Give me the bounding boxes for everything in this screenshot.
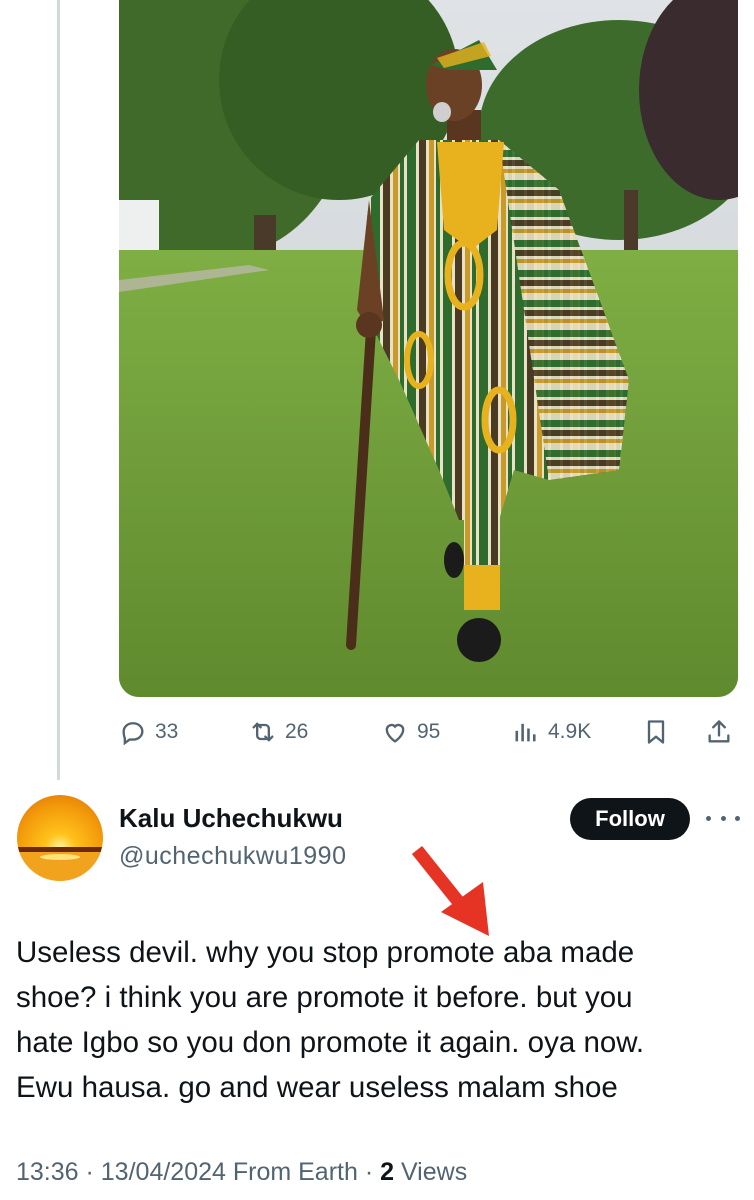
author-handle[interactable]: @uchechukwu1990 xyxy=(119,842,346,871)
more-icon[interactable] xyxy=(706,808,740,828)
view-count: 2 xyxy=(380,1158,395,1186)
author-name[interactable]: Kalu Uchechukwu xyxy=(119,803,343,834)
tweet-text: Useless devil. why you stop promote aba … xyxy=(16,936,645,1104)
views-count: 4.9K xyxy=(548,720,592,743)
views-button[interactable]: 4.9K xyxy=(512,712,591,752)
meta-separator: · xyxy=(357,1158,381,1186)
share-button[interactable] xyxy=(705,712,733,752)
avatar[interactable] xyxy=(17,795,103,881)
views-icon xyxy=(515,723,536,742)
tweet-date[interactable]: 13/04/2024 xyxy=(101,1158,226,1186)
like-button[interactable]: 95 xyxy=(381,712,440,752)
like-count: 95 xyxy=(417,720,441,743)
meta-separator: · xyxy=(78,1158,101,1186)
tweet-time[interactable]: 13:36 xyxy=(16,1158,79,1186)
repost-count: 26 xyxy=(285,720,309,743)
tweet-meta: 13:36 · 13/04/2024 From Earth · 2 Views xyxy=(16,1158,467,1187)
reply-icon xyxy=(122,722,144,746)
reply-count: 33 xyxy=(155,720,179,743)
like-icon xyxy=(385,723,405,743)
repost-icon xyxy=(252,722,274,742)
tweet-photo[interactable] xyxy=(119,0,738,697)
tweet-source: From Earth xyxy=(225,1158,358,1186)
thread-line xyxy=(57,0,60,780)
views-label: Views xyxy=(394,1158,468,1186)
tweet-action-bar: 33 26 95 4.9K xyxy=(119,712,738,752)
repost-button[interactable]: 26 xyxy=(249,712,308,752)
share-icon xyxy=(708,720,730,743)
bookmark-button[interactable] xyxy=(642,712,670,752)
bookmark-icon xyxy=(647,720,665,744)
reply-button[interactable]: 33 xyxy=(119,712,178,752)
follow-button[interactable]: Follow xyxy=(570,798,690,840)
